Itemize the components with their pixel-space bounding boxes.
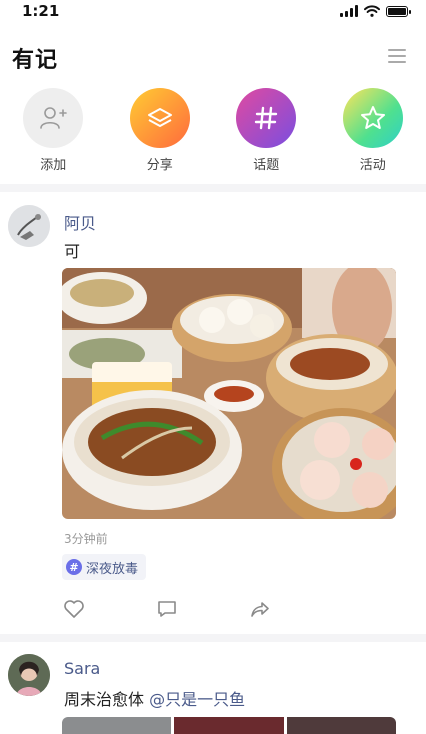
user-mention[interactable]: @只是一只鱼 [149, 690, 245, 709]
app-header: 有记 [0, 30, 426, 84]
battery-icon [386, 5, 411, 17]
share-button[interactable]: 分享 [107, 88, 214, 180]
add-button[interactable]: 添加 [0, 88, 107, 180]
topic-label: 话题 [253, 158, 280, 173]
add-label: 添加 [40, 158, 67, 173]
page-title: 有记 [12, 48, 59, 73]
post-timestamp: 3分钟前 [64, 532, 108, 546]
post-actions [62, 598, 272, 620]
layers-icon [129, 88, 190, 148]
share-icon[interactable] [248, 598, 272, 620]
topic-tag[interactable]: # 深夜放毒 [62, 554, 147, 580]
section-divider [0, 634, 426, 642]
status-icons [340, 5, 411, 17]
status-time: 1:21 [22, 2, 60, 20]
post-author[interactable]: Sara [64, 659, 100, 678]
like-icon[interactable] [62, 598, 86, 620]
post-card[interactable]: Sara 周末治愈体 @只是一只鱼 [0, 642, 426, 734]
post-card[interactable]: 阿贝 可 3分钟前 # 深夜放毒 [0, 192, 426, 634]
topic-tag-label: 深夜放毒 [86, 561, 139, 577]
star-icon [342, 88, 403, 148]
quick-actions: 添加 分享 话题 活动 [0, 88, 426, 180]
section-divider [0, 184, 426, 192]
signal-icon [340, 5, 358, 17]
hashtag-icon: # [66, 559, 82, 575]
menu-icon[interactable] [388, 49, 406, 63]
avatar[interactable] [8, 205, 50, 247]
hashtag-icon [236, 88, 297, 148]
comment-icon[interactable] [155, 598, 179, 620]
post-author[interactable]: 阿贝 [64, 210, 96, 234]
avatar[interactable] [8, 654, 50, 696]
post-text: 可 [64, 242, 81, 261]
add-person-icon [23, 88, 84, 148]
post-text: 周末治愈体 @只是一只鱼 [64, 686, 245, 710]
status-bar: 1:21 [0, 0, 426, 24]
event-button[interactable]: 活动 [320, 88, 426, 180]
post-text-body: 周末治愈体 [64, 690, 145, 709]
event-label: 活动 [359, 158, 386, 173]
share-label: 分享 [146, 158, 173, 173]
photo-strip[interactable] [62, 717, 396, 734]
dim-sum-photo[interactable] [62, 268, 396, 519]
topic-button[interactable]: 话题 [213, 88, 320, 180]
wifi-icon [364, 5, 380, 17]
